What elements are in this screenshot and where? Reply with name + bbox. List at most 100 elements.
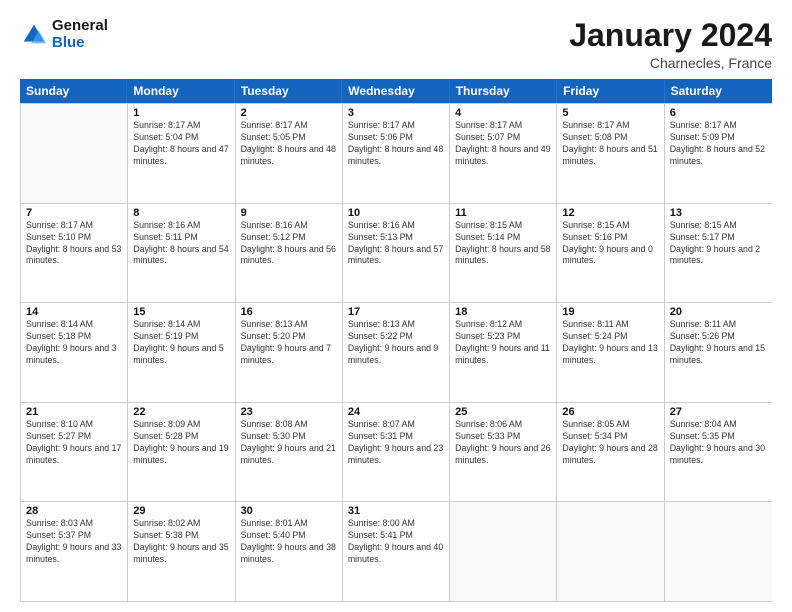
calendar-cell: 12Sunrise: 8:15 AM Sunset: 5:16 PM Dayli… bbox=[557, 204, 664, 303]
calendar-cell: 1Sunrise: 8:17 AM Sunset: 5:04 PM Daylig… bbox=[128, 104, 235, 203]
weekday-header: Tuesday bbox=[235, 79, 342, 103]
day-info: Sunrise: 8:16 AM Sunset: 5:13 PM Dayligh… bbox=[348, 220, 444, 268]
day-number: 23 bbox=[241, 406, 337, 418]
calendar-row: 1Sunrise: 8:17 AM Sunset: 5:04 PM Daylig… bbox=[21, 103, 772, 203]
header: General Blue January 2024 Charnecles, Fr… bbox=[20, 18, 772, 71]
calendar-cell: 24Sunrise: 8:07 AM Sunset: 5:31 PM Dayli… bbox=[343, 403, 450, 502]
day-info: Sunrise: 8:17 AM Sunset: 5:06 PM Dayligh… bbox=[348, 120, 444, 168]
day-info: Sunrise: 8:09 AM Sunset: 5:28 PM Dayligh… bbox=[133, 419, 229, 467]
page: General Blue January 2024 Charnecles, Fr… bbox=[0, 0, 792, 612]
day-number: 4 bbox=[455, 107, 551, 119]
calendar-cell: 22Sunrise: 8:09 AM Sunset: 5:28 PM Dayli… bbox=[128, 403, 235, 502]
day-number: 9 bbox=[241, 207, 337, 219]
day-info: Sunrise: 8:06 AM Sunset: 5:33 PM Dayligh… bbox=[455, 419, 551, 467]
logo-icon bbox=[20, 21, 48, 49]
calendar-cell: 16Sunrise: 8:13 AM Sunset: 5:20 PM Dayli… bbox=[236, 303, 343, 402]
day-number: 18 bbox=[455, 306, 551, 318]
calendar-cell: 28Sunrise: 8:03 AM Sunset: 5:37 PM Dayli… bbox=[21, 502, 128, 601]
calendar-row: 14Sunrise: 8:14 AM Sunset: 5:18 PM Dayli… bbox=[21, 302, 772, 402]
day-number: 26 bbox=[562, 406, 658, 418]
day-number: 6 bbox=[670, 107, 767, 119]
day-number: 27 bbox=[670, 406, 767, 418]
calendar-row: 21Sunrise: 8:10 AM Sunset: 5:27 PM Dayli… bbox=[21, 402, 772, 502]
calendar-cell: 31Sunrise: 8:00 AM Sunset: 5:41 PM Dayli… bbox=[343, 502, 450, 601]
calendar-cell: 3Sunrise: 8:17 AM Sunset: 5:06 PM Daylig… bbox=[343, 104, 450, 203]
calendar-cell: 26Sunrise: 8:05 AM Sunset: 5:34 PM Dayli… bbox=[557, 403, 664, 502]
calendar-cell: 18Sunrise: 8:12 AM Sunset: 5:23 PM Dayli… bbox=[450, 303, 557, 402]
day-number: 29 bbox=[133, 505, 229, 517]
day-info: Sunrise: 8:15 AM Sunset: 5:17 PM Dayligh… bbox=[670, 220, 767, 268]
calendar-cell: 5Sunrise: 8:17 AM Sunset: 5:08 PM Daylig… bbox=[557, 104, 664, 203]
day-number: 14 bbox=[26, 306, 122, 318]
calendar-body: 1Sunrise: 8:17 AM Sunset: 5:04 PM Daylig… bbox=[20, 103, 772, 602]
day-info: Sunrise: 8:15 AM Sunset: 5:16 PM Dayligh… bbox=[562, 220, 658, 268]
day-info: Sunrise: 8:01 AM Sunset: 5:40 PM Dayligh… bbox=[241, 518, 337, 566]
location: Charnecles, France bbox=[569, 55, 772, 71]
weekday-header: Monday bbox=[127, 79, 234, 103]
weekday-header: Friday bbox=[557, 79, 664, 103]
day-number: 21 bbox=[26, 406, 122, 418]
calendar-row: 28Sunrise: 8:03 AM Sunset: 5:37 PM Dayli… bbox=[21, 501, 772, 601]
title-block: January 2024 Charnecles, France bbox=[569, 18, 772, 71]
day-number: 28 bbox=[26, 505, 122, 517]
day-info: Sunrise: 8:17 AM Sunset: 5:04 PM Dayligh… bbox=[133, 120, 229, 168]
logo-text: General Blue bbox=[52, 18, 108, 51]
calendar-cell: 27Sunrise: 8:04 AM Sunset: 5:35 PM Dayli… bbox=[665, 403, 772, 502]
calendar-cell: 30Sunrise: 8:01 AM Sunset: 5:40 PM Dayli… bbox=[236, 502, 343, 601]
day-info: Sunrise: 8:03 AM Sunset: 5:37 PM Dayligh… bbox=[26, 518, 122, 566]
calendar-cell: 6Sunrise: 8:17 AM Sunset: 5:09 PM Daylig… bbox=[665, 104, 772, 203]
weekday-header: Saturday bbox=[665, 79, 772, 103]
calendar-cell bbox=[21, 104, 128, 203]
calendar-cell: 15Sunrise: 8:14 AM Sunset: 5:19 PM Dayli… bbox=[128, 303, 235, 402]
day-number: 30 bbox=[241, 505, 337, 517]
calendar-cell: 2Sunrise: 8:17 AM Sunset: 5:05 PM Daylig… bbox=[236, 104, 343, 203]
day-number: 13 bbox=[670, 207, 767, 219]
logo: General Blue bbox=[20, 18, 108, 51]
calendar-cell: 13Sunrise: 8:15 AM Sunset: 5:17 PM Dayli… bbox=[665, 204, 772, 303]
day-info: Sunrise: 8:05 AM Sunset: 5:34 PM Dayligh… bbox=[562, 419, 658, 467]
day-number: 15 bbox=[133, 306, 229, 318]
weekday-header: Sunday bbox=[20, 79, 127, 103]
day-number: 7 bbox=[26, 207, 122, 219]
day-number: 17 bbox=[348, 306, 444, 318]
day-number: 1 bbox=[133, 107, 229, 119]
day-number: 31 bbox=[348, 505, 444, 517]
day-number: 16 bbox=[241, 306, 337, 318]
calendar-cell bbox=[450, 502, 557, 601]
day-info: Sunrise: 8:07 AM Sunset: 5:31 PM Dayligh… bbox=[348, 419, 444, 467]
day-info: Sunrise: 8:14 AM Sunset: 5:18 PM Dayligh… bbox=[26, 319, 122, 367]
day-number: 11 bbox=[455, 207, 551, 219]
weekday-header: Wednesday bbox=[342, 79, 449, 103]
day-info: Sunrise: 8:00 AM Sunset: 5:41 PM Dayligh… bbox=[348, 518, 444, 566]
day-number: 22 bbox=[133, 406, 229, 418]
day-info: Sunrise: 8:04 AM Sunset: 5:35 PM Dayligh… bbox=[670, 419, 767, 467]
calendar-cell: 17Sunrise: 8:13 AM Sunset: 5:22 PM Dayli… bbox=[343, 303, 450, 402]
calendar-cell: 19Sunrise: 8:11 AM Sunset: 5:24 PM Dayli… bbox=[557, 303, 664, 402]
calendar: SundayMondayTuesdayWednesdayThursdayFrid… bbox=[20, 79, 772, 602]
day-info: Sunrise: 8:10 AM Sunset: 5:27 PM Dayligh… bbox=[26, 419, 122, 467]
day-info: Sunrise: 8:12 AM Sunset: 5:23 PM Dayligh… bbox=[455, 319, 551, 367]
calendar-cell: 10Sunrise: 8:16 AM Sunset: 5:13 PM Dayli… bbox=[343, 204, 450, 303]
calendar-cell: 7Sunrise: 8:17 AM Sunset: 5:10 PM Daylig… bbox=[21, 204, 128, 303]
calendar-cell: 11Sunrise: 8:15 AM Sunset: 5:14 PM Dayli… bbox=[450, 204, 557, 303]
day-number: 24 bbox=[348, 406, 444, 418]
day-number: 25 bbox=[455, 406, 551, 418]
calendar-cell: 9Sunrise: 8:16 AM Sunset: 5:12 PM Daylig… bbox=[236, 204, 343, 303]
day-number: 5 bbox=[562, 107, 658, 119]
day-info: Sunrise: 8:16 AM Sunset: 5:11 PM Dayligh… bbox=[133, 220, 229, 268]
day-info: Sunrise: 8:17 AM Sunset: 5:09 PM Dayligh… bbox=[670, 120, 767, 168]
day-info: Sunrise: 8:14 AM Sunset: 5:19 PM Dayligh… bbox=[133, 319, 229, 367]
day-number: 3 bbox=[348, 107, 444, 119]
day-number: 20 bbox=[670, 306, 767, 318]
day-info: Sunrise: 8:17 AM Sunset: 5:05 PM Dayligh… bbox=[241, 120, 337, 168]
day-info: Sunrise: 8:08 AM Sunset: 5:30 PM Dayligh… bbox=[241, 419, 337, 467]
day-info: Sunrise: 8:11 AM Sunset: 5:26 PM Dayligh… bbox=[670, 319, 767, 367]
day-info: Sunrise: 8:11 AM Sunset: 5:24 PM Dayligh… bbox=[562, 319, 658, 367]
day-number: 8 bbox=[133, 207, 229, 219]
month-title: January 2024 bbox=[569, 18, 772, 53]
calendar-cell: 29Sunrise: 8:02 AM Sunset: 5:38 PM Dayli… bbox=[128, 502, 235, 601]
day-info: Sunrise: 8:17 AM Sunset: 5:08 PM Dayligh… bbox=[562, 120, 658, 168]
day-info: Sunrise: 8:16 AM Sunset: 5:12 PM Dayligh… bbox=[241, 220, 337, 268]
day-info: Sunrise: 8:17 AM Sunset: 5:10 PM Dayligh… bbox=[26, 220, 122, 268]
day-info: Sunrise: 8:15 AM Sunset: 5:14 PM Dayligh… bbox=[455, 220, 551, 268]
